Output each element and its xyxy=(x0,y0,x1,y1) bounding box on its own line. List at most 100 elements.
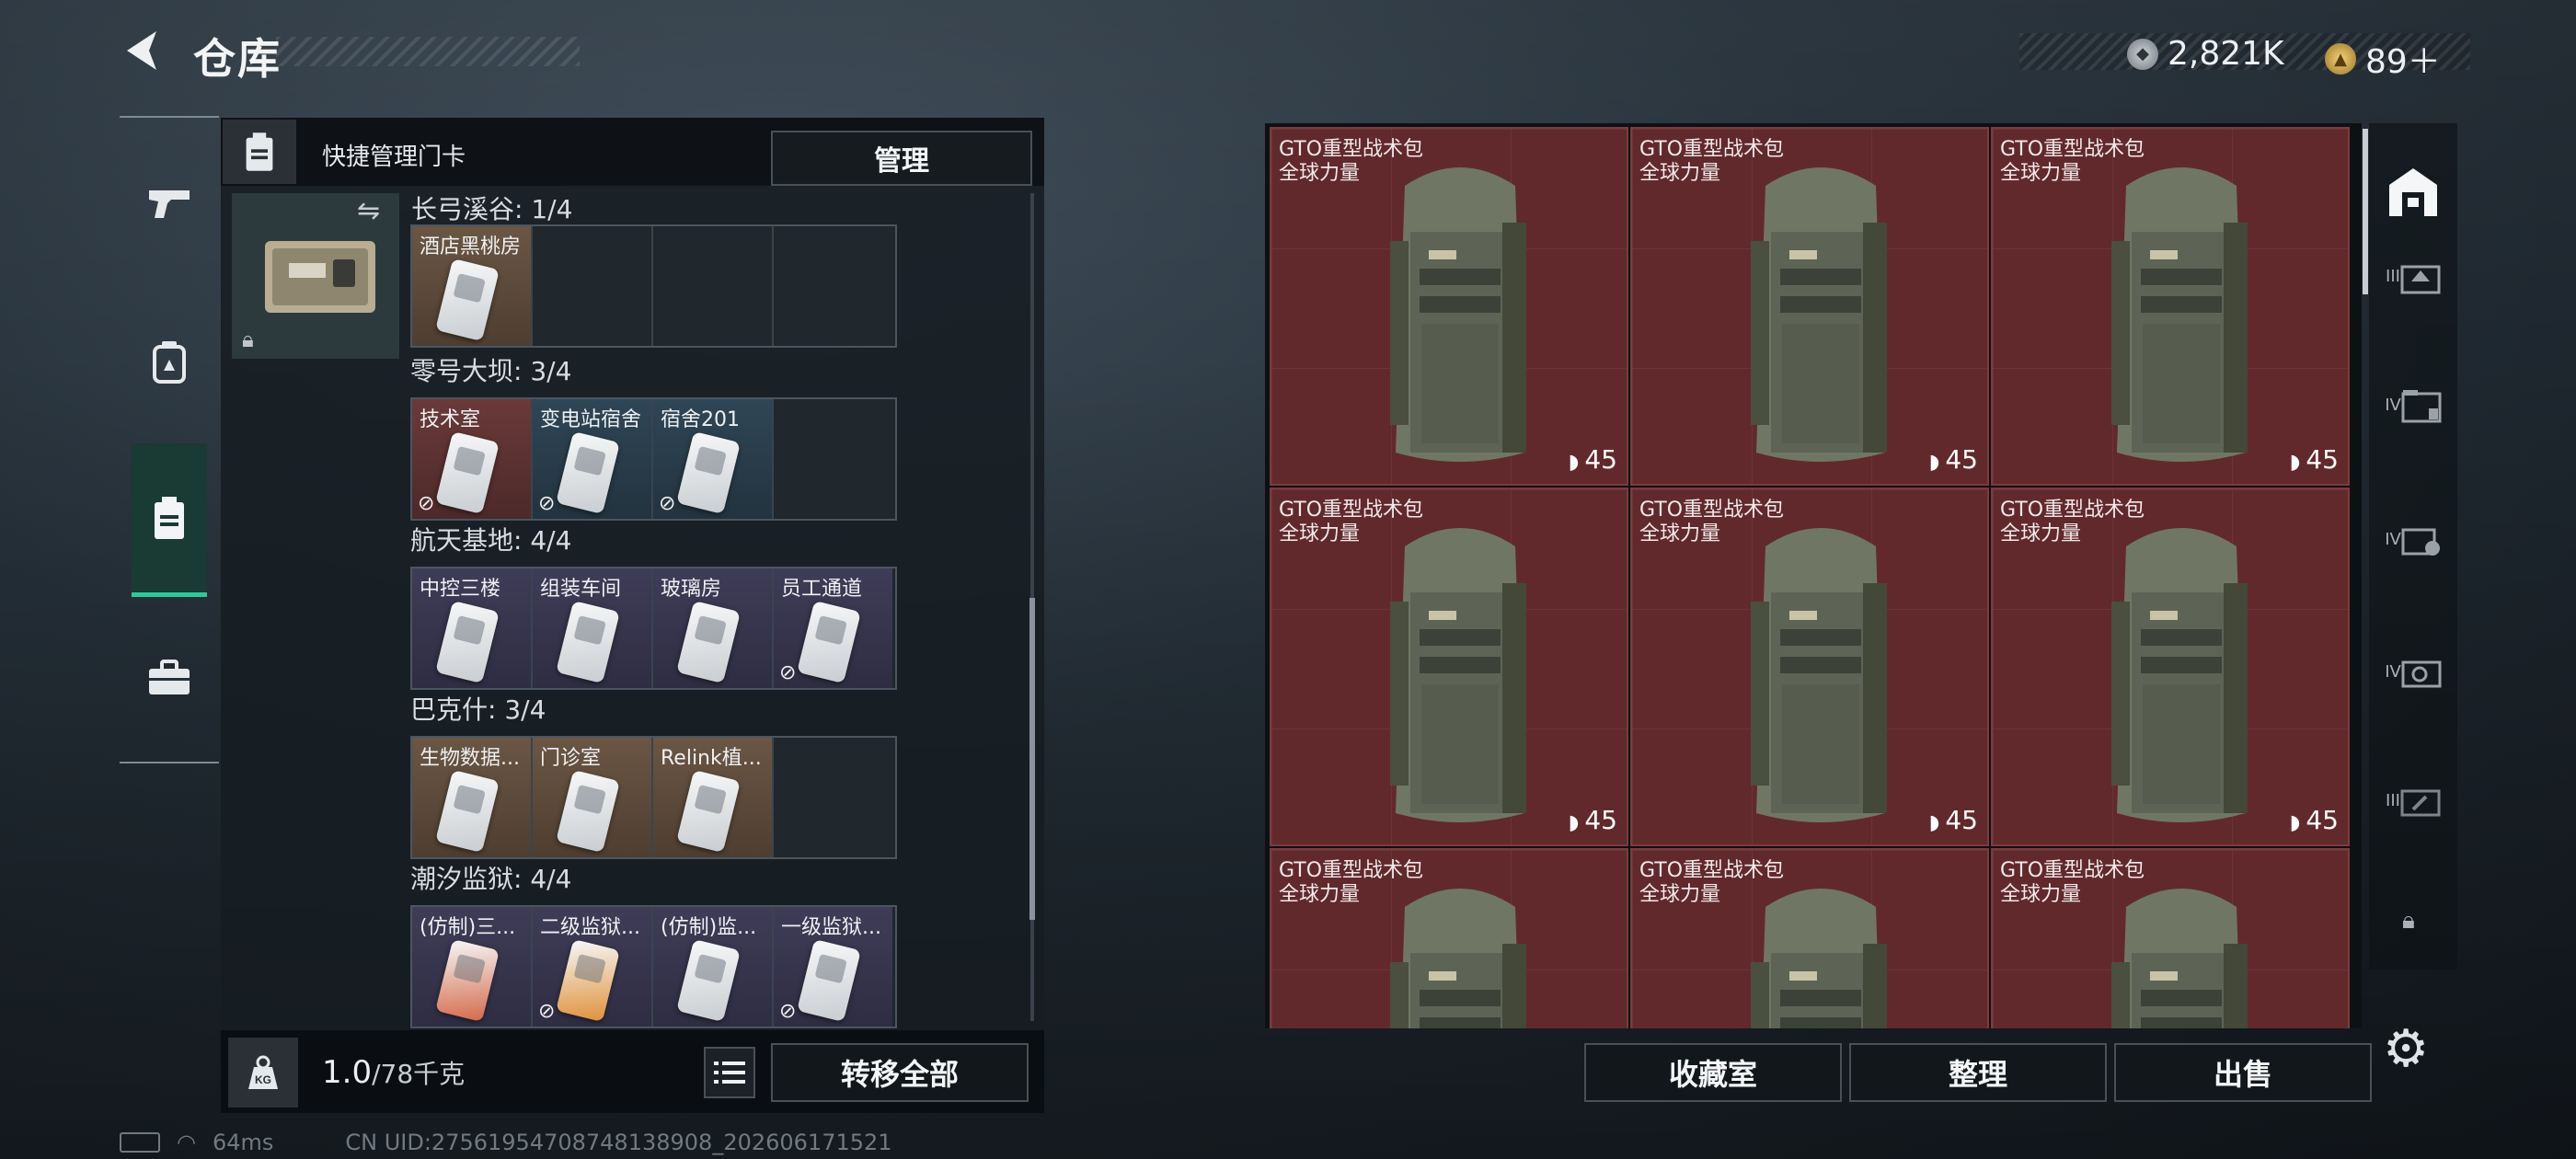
keycard-slot[interactable]: 二级监狱... ⊘ xyxy=(533,907,653,1027)
keycard-label: 生物数据... xyxy=(420,747,520,770)
keycard-slot[interactable]: (仿制)三... xyxy=(412,907,533,1027)
capacity-icon: ◗ xyxy=(1928,451,1940,474)
keycard-slot[interactable]: 宿舍201 ⊘ xyxy=(653,399,774,519)
inventory-item[interactable]: GTO重型战术包全球力量◗45 xyxy=(1991,127,2350,486)
keycard-image xyxy=(556,769,620,854)
keycard-image xyxy=(435,600,500,684)
category-all[interactable] xyxy=(2378,156,2448,226)
inventory-item[interactable]: GTO重型战术包全球力量◗45 xyxy=(1991,488,2350,846)
inventory-item[interactable]: GTO重型战术包全球力量◗45 xyxy=(1270,127,1628,486)
currency-gold[interactable]: ▲ 89＋ xyxy=(2325,35,2441,83)
keycard-label: 组装车间 xyxy=(540,578,622,601)
sidebar-item-weapons[interactable] xyxy=(132,166,207,241)
category-tier-5[interactable]: III xyxy=(2378,765,2448,835)
back-arrow-icon[interactable] xyxy=(120,28,162,74)
keycard-label: Relink植... xyxy=(661,747,762,770)
sidebar-item-keycards[interactable] xyxy=(132,480,207,556)
keycard-slot[interactable]: 组装车间 xyxy=(533,568,653,688)
sell-button[interactable]: 出售 xyxy=(2114,1043,2372,1102)
keycard-slot[interactable]: 员工通道 ⊘ xyxy=(774,568,892,688)
keycard-slot-empty[interactable] xyxy=(533,226,653,346)
item-count: ◗ 45 xyxy=(1569,444,1617,475)
keycard-slot[interactable]: 生物数据... xyxy=(412,738,533,857)
item-tag: 全球力量 xyxy=(1279,162,1361,185)
warehouse-icon xyxy=(2389,168,2437,216)
keycard-label: 变电站宿舍 xyxy=(540,408,642,431)
sidebar-item-backpack[interactable] xyxy=(132,324,207,399)
helmet-box-icon xyxy=(2400,265,2441,294)
inventory-item[interactable]: GTO重型战术包全球力量◗45 xyxy=(1630,848,1989,1028)
keycard-slot-empty[interactable] xyxy=(774,399,892,519)
keycard-slot-empty[interactable] xyxy=(653,226,774,346)
category-tier-1[interactable]: III xyxy=(2378,241,2448,311)
backpack-item-image xyxy=(1390,889,1526,1028)
keycard-slot-empty[interactable] xyxy=(774,738,892,857)
sidebar-item-toolbox[interactable] xyxy=(132,640,207,716)
section-title: 巴克什: 3/4 xyxy=(410,694,546,725)
toolbox-icon xyxy=(149,660,190,694)
status-bar: ◠ 64ms CN UID:27561954708748138908_20260… xyxy=(120,1130,892,1155)
keycard-slot[interactable]: 技术室 ⊘ xyxy=(412,399,533,519)
keycard-image xyxy=(676,430,741,515)
inventory-item[interactable]: GTO重型战术包全球力量◗45 xyxy=(1991,848,2350,1028)
keycard-slot[interactable]: 酒店黑桃房 xyxy=(412,226,533,346)
category-tier-2[interactable]: IV xyxy=(2378,370,2448,440)
inventory-item[interactable]: GTO重型战术包全球力量◗45 xyxy=(1630,488,1989,846)
keycard-scrollbar-thumb[interactable] xyxy=(1029,598,1035,920)
keycard-image xyxy=(435,430,500,515)
category-tier-4[interactable]: IV xyxy=(2378,637,2448,706)
inventory-item[interactable]: GTO重型战术包全球力量◗45 xyxy=(1270,488,1628,846)
capacity-icon: ◗ xyxy=(1928,811,1940,834)
organize-button[interactable]: 整理 xyxy=(1849,1043,2107,1102)
currency-silver[interactable]: ◆ 2,821K xyxy=(2127,35,2284,73)
keycard-label: 酒店黑桃房 xyxy=(420,235,522,258)
inventory-item[interactable]: GTO重型战术包全球力量◗45 xyxy=(1270,848,1628,1028)
keycard-label: 中控三楼 xyxy=(420,578,501,601)
sidebar-bottom-divider xyxy=(120,762,219,763)
swap-icon[interactable]: ⇋ xyxy=(357,195,380,227)
list-view-button[interactable] xyxy=(704,1047,755,1098)
section-title: 航天基地: 4/4 xyxy=(410,525,572,556)
battery-icon xyxy=(120,1132,160,1153)
keycard-slot[interactable]: 中控三楼 xyxy=(412,568,533,688)
page-title: 仓库 xyxy=(193,34,282,84)
manage-button[interactable]: 管理 xyxy=(771,131,1032,186)
settings-gear-icon[interactable]: ⚙ xyxy=(2383,1019,2429,1079)
backpack-item-image xyxy=(1751,167,1887,462)
collection-room-button[interactable]: 收藏室 xyxy=(1584,1043,1842,1102)
keycard-image xyxy=(556,600,620,684)
backpack-item-image xyxy=(1390,528,1526,822)
section-spacebase: 航天基地: 4/4 中控三楼 组装车间 玻璃房 员工通道 ⊘ xyxy=(410,521,897,690)
tier-label: III xyxy=(2386,266,2400,286)
keycard-slot[interactable]: 变电站宿舍 ⊘ xyxy=(533,399,653,519)
keycard-slot[interactable]: Relink植... xyxy=(653,738,774,857)
item-tag: 全球力量 xyxy=(2000,522,2082,545)
sidebar-top-divider xyxy=(120,116,219,118)
inventory-scrollbar[interactable] xyxy=(2363,129,2368,294)
keycard-slot[interactable]: 玻璃房 xyxy=(653,568,774,688)
capacity-icon: ◗ xyxy=(1568,451,1580,474)
keycard-slot-empty[interactable] xyxy=(774,226,892,346)
keycard-header-icon-box xyxy=(223,120,296,184)
ping-text: 64ms xyxy=(212,1130,274,1155)
item-count-value: 45 xyxy=(1584,805,1617,835)
category-tier-3[interactable]: IV xyxy=(2378,504,2448,574)
item-tag: 全球力量 xyxy=(2000,883,2082,906)
tier-label: III xyxy=(2386,790,2400,810)
gold-amount: 89＋ xyxy=(2365,43,2441,81)
keycard-slot[interactable]: 门诊室 xyxy=(533,738,653,857)
keycard-slot[interactable]: (仿制)监... xyxy=(653,907,774,1027)
keycard-slot[interactable]: 一级监狱... ⊘ xyxy=(774,907,892,1027)
keycard-image xyxy=(797,938,861,1023)
item-tag: 全球力量 xyxy=(1639,883,1721,906)
section-bakesh: 巴克什: 3/4 生物数据... 门诊室 Relink植... xyxy=(410,690,897,859)
transfer-all-button[interactable]: 转移全部 xyxy=(771,1043,1029,1102)
keycard-image xyxy=(676,938,741,1023)
no-key-icon: ⊘ xyxy=(418,492,435,515)
capacity-icon: ◗ xyxy=(2289,811,2301,834)
keycard-image xyxy=(435,938,500,1023)
gold-coin-icon: ▲ xyxy=(2325,43,2356,75)
backpack-item-image xyxy=(2111,528,2248,822)
inventory-item[interactable]: GTO重型战术包全球力量◗45 xyxy=(1630,127,1989,486)
item-count-value: 45 xyxy=(2306,444,2339,475)
